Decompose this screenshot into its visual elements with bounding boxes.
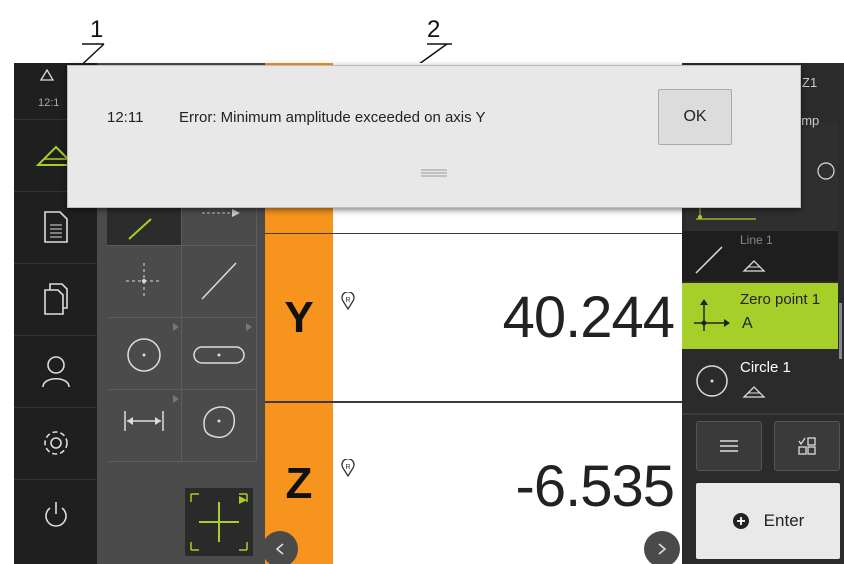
message-text: Error: Minimum amplitude exceeded on axi… xyxy=(179,109,486,126)
measure-icon xyxy=(742,260,766,272)
drag-handle-icon[interactable] xyxy=(421,169,447,179)
point-tool-icon xyxy=(126,263,162,299)
slot-tool-icon xyxy=(193,323,252,364)
tool-distance[interactable] xyxy=(107,389,182,462)
scroll-left-button[interactable] xyxy=(262,531,298,564)
filter-button[interactable] xyxy=(774,421,840,471)
ok-button[interactable]: OK xyxy=(658,89,732,145)
distance-tool-icon xyxy=(124,395,179,431)
svg-text:R: R xyxy=(345,464,350,471)
status-time: 12:1 xyxy=(38,97,60,109)
menu-button[interactable] xyxy=(696,421,762,471)
menu-user[interactable] xyxy=(14,335,97,408)
menu-settings[interactable] xyxy=(14,407,97,480)
menu-power[interactable] xyxy=(14,479,97,551)
circle-tool-icon xyxy=(127,323,179,372)
warning-icon[interactable] xyxy=(40,69,54,81)
tool-circle[interactable] xyxy=(107,317,182,390)
freeform-tool-icon xyxy=(203,406,235,439)
menu-icon xyxy=(720,440,738,452)
axis-row-z[interactable]: Z R -6.535 xyxy=(265,403,682,564)
zero-point-icon xyxy=(694,299,730,331)
chevron-left-icon xyxy=(275,543,284,555)
user-icon xyxy=(41,356,70,388)
feature-list-scrollbar[interactable] xyxy=(839,303,842,359)
inspector-divider xyxy=(682,413,844,415)
settings-icon xyxy=(43,431,68,455)
message-time: 12:11 xyxy=(107,109,144,126)
crosshair-icon xyxy=(190,493,248,551)
feature-name: Line 1 xyxy=(740,233,773,247)
tool-line[interactable] xyxy=(182,245,257,318)
menu-files[interactable] xyxy=(14,263,97,336)
axis-row-y[interactable]: Y R 40.244 xyxy=(265,234,682,401)
feature-status-icon: A xyxy=(742,315,753,332)
message-overlay: 12:11 Error: Minimum amplitude exceeded … xyxy=(67,65,801,208)
feature-name: Zero point 1 xyxy=(740,291,821,308)
measure-icon xyxy=(742,386,766,398)
line-tool-icon xyxy=(201,262,237,300)
axis-y-value: 40.244 xyxy=(502,285,675,350)
filter-icon xyxy=(798,437,816,455)
circle-feature-icon xyxy=(696,365,728,397)
feature-line-1[interactable]: Line 1 xyxy=(682,231,838,281)
files-icon xyxy=(43,283,68,315)
tool-freeform[interactable] xyxy=(182,389,257,462)
enter-button[interactable]: Enter xyxy=(696,483,840,559)
feature-circle-1[interactable]: Circle 1 xyxy=(682,351,838,411)
chevron-right-icon xyxy=(658,543,667,555)
reference-marker-icon: R xyxy=(341,292,355,310)
enter-label: Enter xyxy=(763,511,805,530)
scroll-right-button[interactable] xyxy=(644,531,680,564)
crosshair-button[interactable] xyxy=(185,488,253,556)
feature-name: Circle 1 xyxy=(740,359,791,376)
reference-marker-icon: R xyxy=(341,459,355,477)
protocol-icon xyxy=(43,211,68,243)
feature-zero-point-1[interactable]: Zero point 1 A xyxy=(682,283,838,349)
line-feature-icon xyxy=(695,246,723,274)
plus-circle-icon xyxy=(732,513,749,529)
power-icon xyxy=(44,502,67,527)
axis-z-value: -6.535 xyxy=(515,454,675,519)
status-bar-right: Z1 xyxy=(802,75,818,90)
tool-point[interactable] xyxy=(107,245,182,318)
ok-label: OK xyxy=(683,108,707,125)
svg-text:R: R xyxy=(345,297,350,304)
tool-slot[interactable] xyxy=(182,317,257,390)
axis-y-label: Y xyxy=(265,234,333,401)
